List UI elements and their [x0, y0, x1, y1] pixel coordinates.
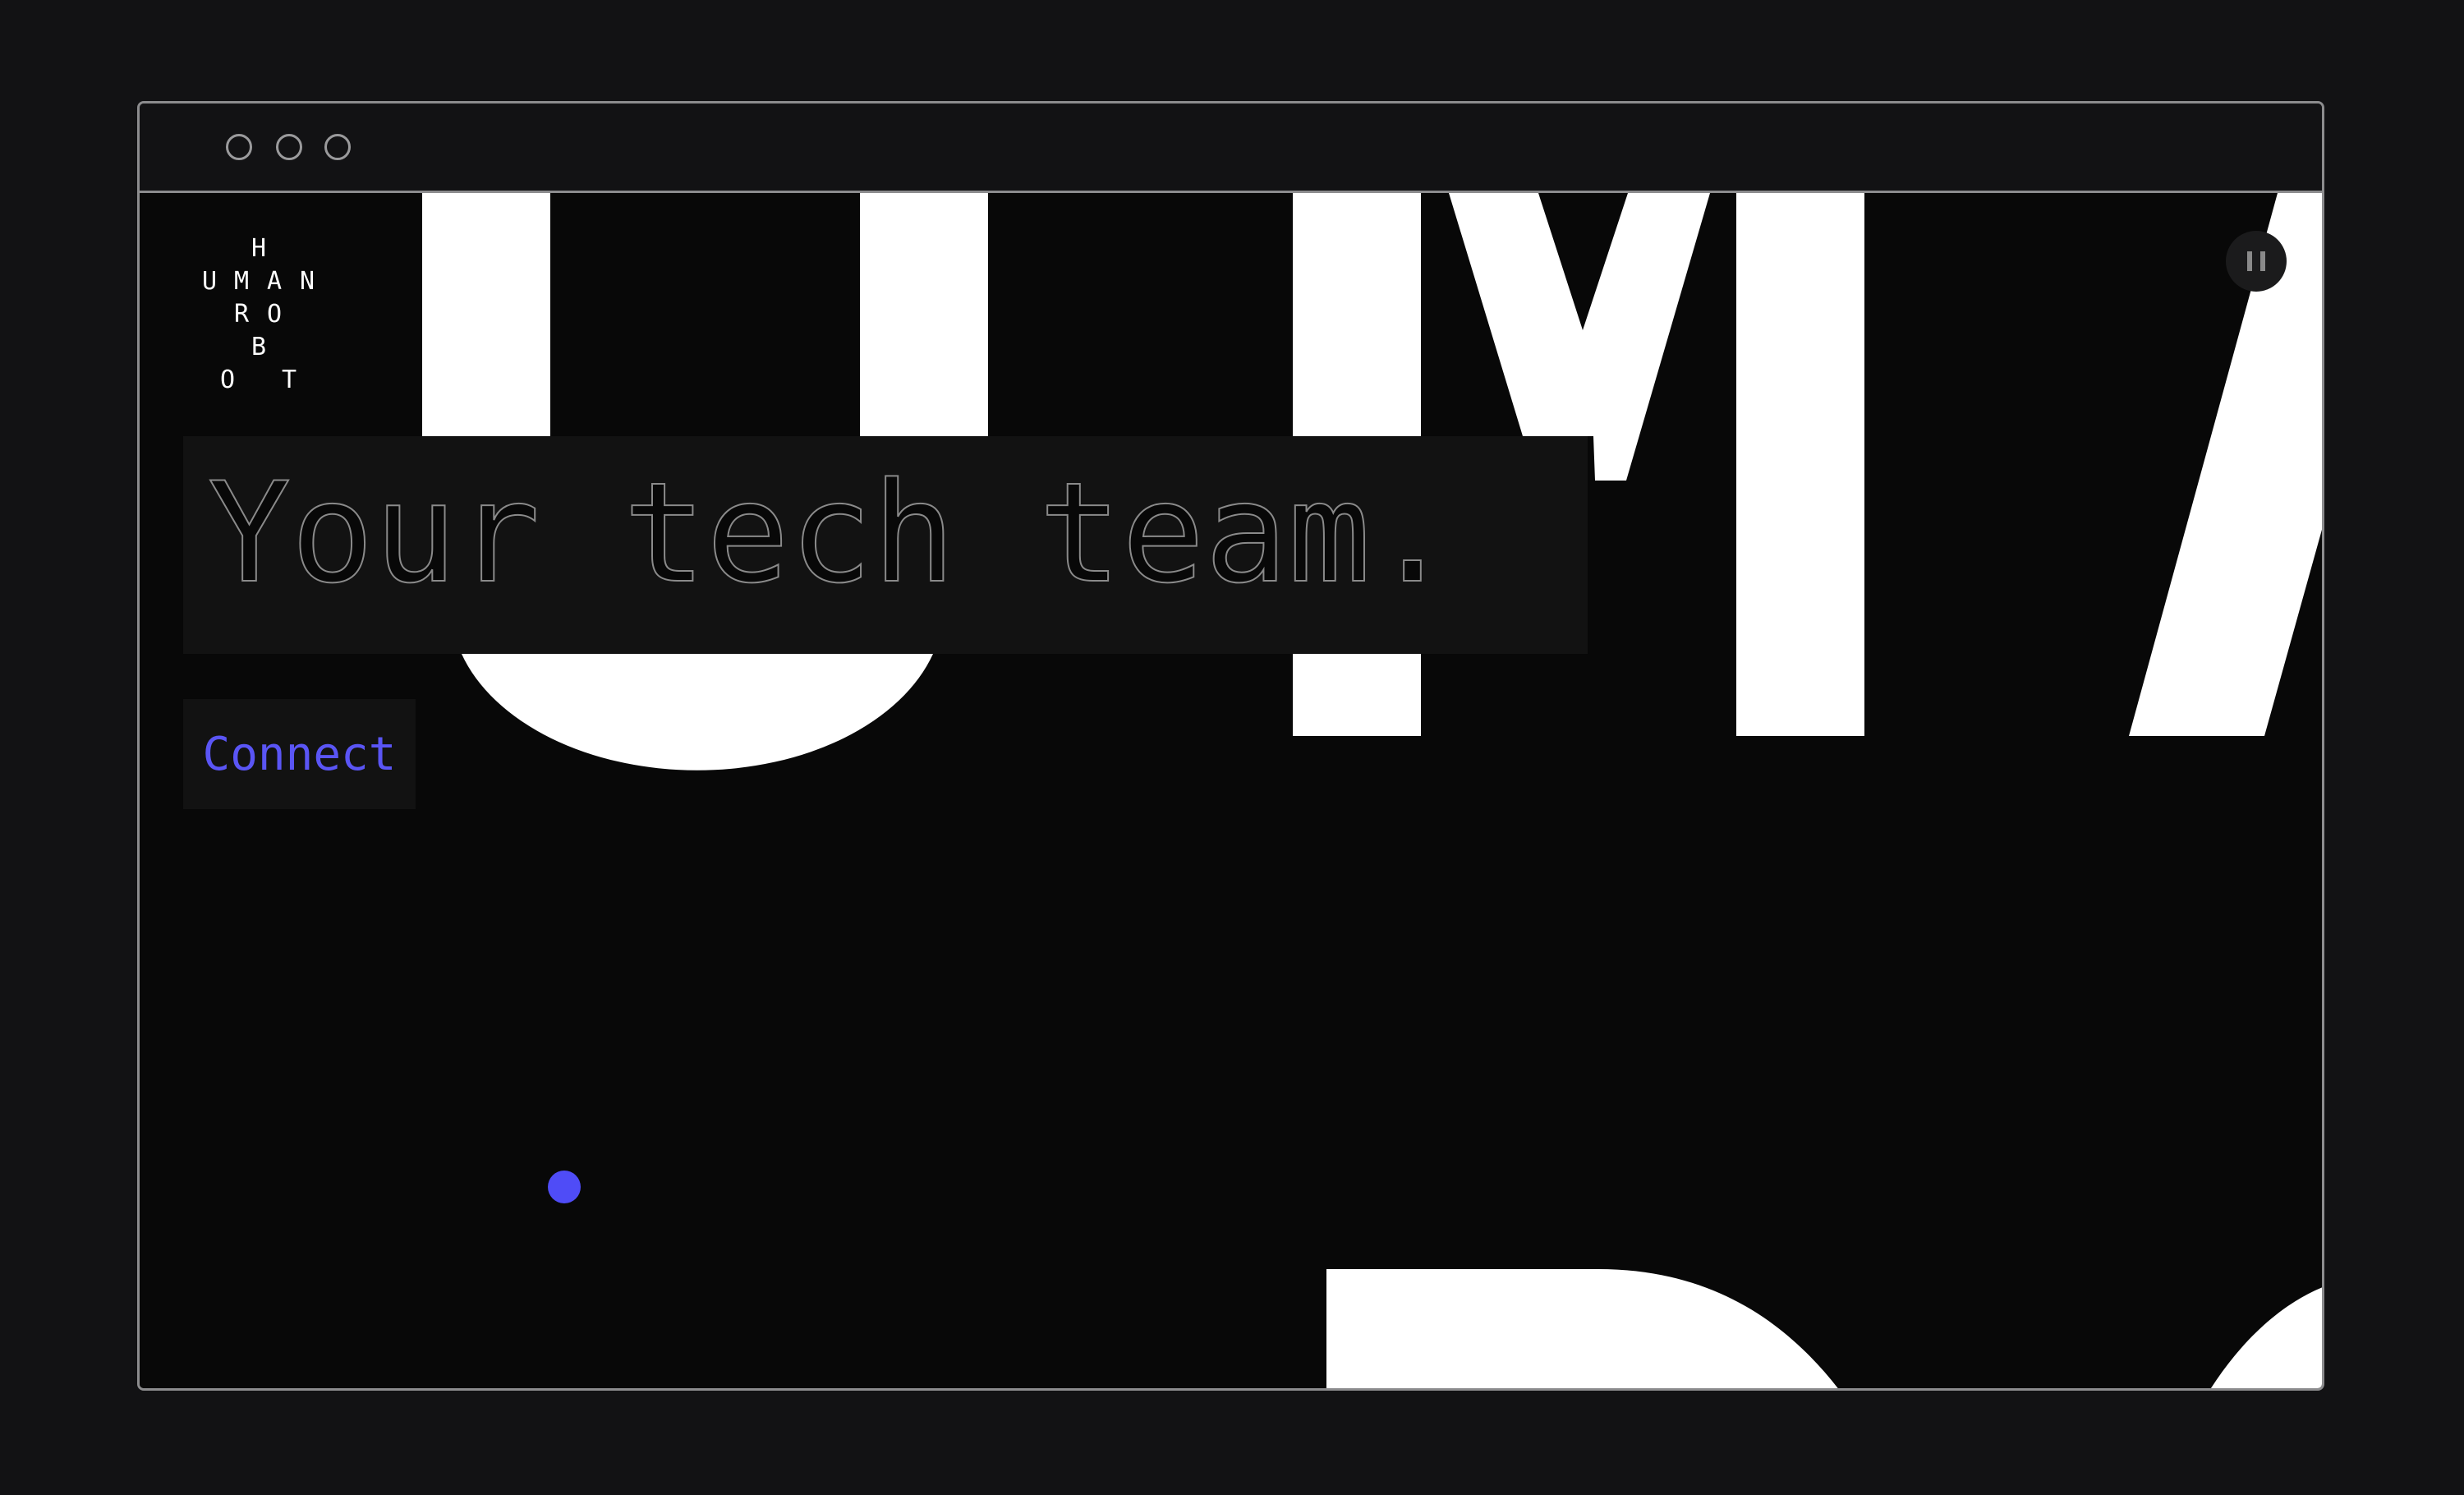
letter-m-right-stem: [1736, 193, 1864, 736]
background-letterforms: [422, 193, 2322, 1391]
logo-letter: N: [299, 267, 315, 296]
logo-letter: A: [266, 267, 283, 296]
letter-b-counter: [1454, 1388, 1692, 1391]
window-close-control[interactable]: [226, 134, 252, 160]
window-maximize-control[interactable]: [324, 134, 351, 160]
connect-button[interactable]: Connect: [183, 699, 416, 809]
letter-u-bowl: [462, 654, 933, 770]
logo-letter: B: [251, 333, 267, 361]
logo-letter: U: [201, 267, 218, 296]
pause-icon: [2260, 251, 2265, 271]
pause-icon: [2247, 251, 2252, 271]
logo-letter: O: [266, 300, 283, 329]
letter-o-edge: [2210, 1287, 2322, 1388]
letter-u-right-stem: [860, 193, 988, 436]
pause-button[interactable]: [2226, 231, 2287, 292]
hero-headline-panel: Your tech team.: [183, 436, 1588, 654]
hero-headline: Your tech team.: [207, 452, 1455, 614]
cursor-dot: [548, 1171, 581, 1203]
logo-letter: O: [219, 366, 236, 394]
logo-letter: R: [233, 300, 250, 329]
letter-b-top: [1326, 1269, 1838, 1388]
letter-a-stroke: [2129, 193, 2322, 736]
logo-letter: M: [233, 267, 250, 296]
window-titlebar: [140, 104, 2322, 193]
logo-letter: H: [251, 234, 267, 263]
browser-window: H U M A N R O B O T Your tech team. Conn…: [137, 101, 2324, 1391]
page-viewport: H U M A N R O B O T Your tech team. Conn…: [140, 193, 2322, 1391]
letter-u-left-stem: [422, 193, 550, 436]
window-minimize-control[interactable]: [276, 134, 302, 160]
logo-letter: T: [281, 366, 297, 394]
